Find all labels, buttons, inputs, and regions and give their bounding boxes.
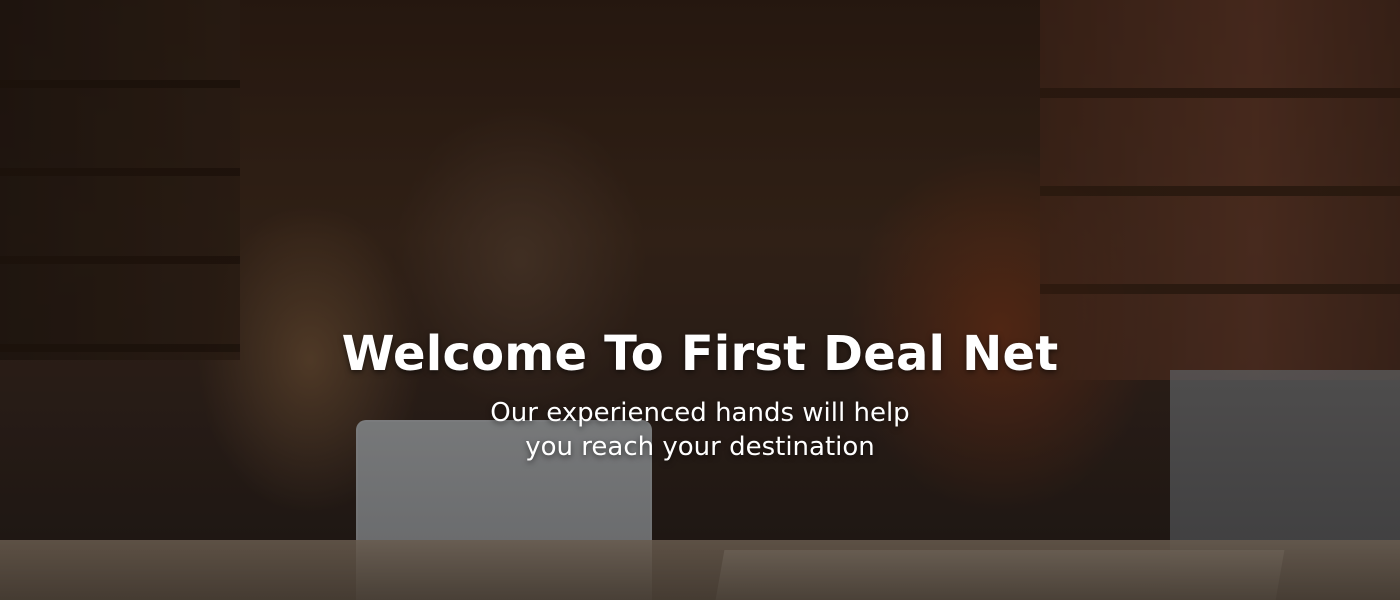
hero-subtitle-line-2: you reach your destination [525,432,875,462]
hero-title: Welcome To First Deal Net [341,326,1059,382]
hero-content: Welcome To First Deal Net Our experience… [0,322,1400,464]
hero-subtitle: Our experienced hands will help you reac… [0,396,1400,464]
hero-subtitle-line-1: Our experienced hands will help [490,398,910,428]
hero-banner: Welcome To First Deal Net Our experience… [0,0,1400,600]
dark-overlay [0,0,1400,600]
